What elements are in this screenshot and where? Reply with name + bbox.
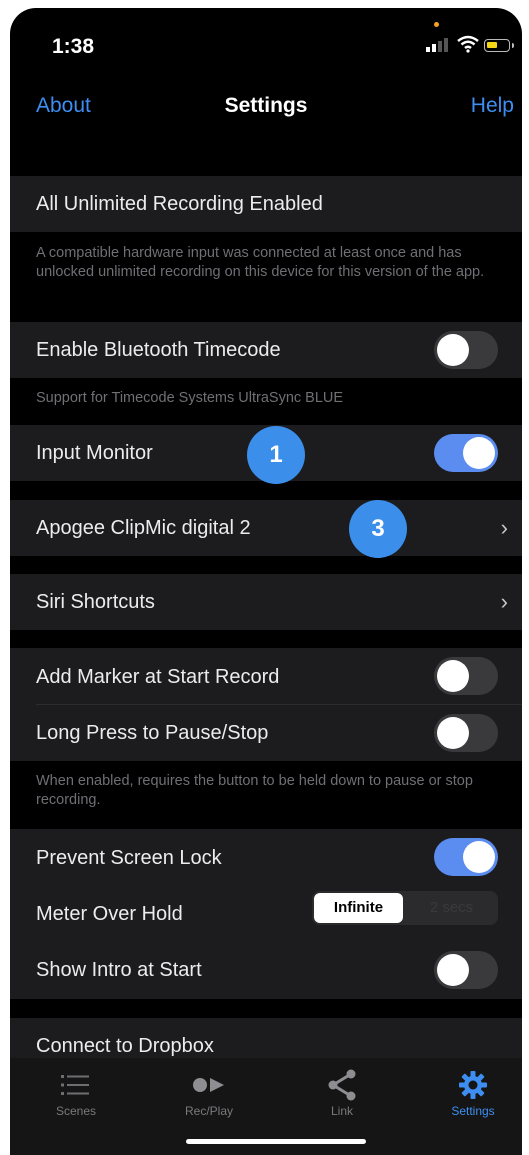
annotation-badge-3: 3 [349,500,407,558]
annotation-badge-1: 1 [247,426,305,484]
home-indicator [186,1139,366,1144]
gear-icon [459,1071,487,1099]
input-monitor-toggle[interactable] [434,434,498,472]
tab-scenes-label: Scenes [55,1104,97,1118]
chevron-right-icon: › [500,515,508,540]
tab-scenes[interactable]: Scenes [21,1068,131,1118]
tab-rec-play[interactable]: Rec/Play [154,1068,264,1118]
chevron-right-icon: › [500,589,508,614]
audio-device-label: Apogee ClipMic digital 2 [36,517,251,539]
add-marker-toggle[interactable] [434,657,498,695]
bluetooth-timecode-label: Enable Bluetooth Timecode [36,339,281,361]
navigation-bar: About Settings Help [10,80,522,132]
connect-dropbox-label: Connect to Dropbox [36,1035,214,1057]
tab-settings-label: Settings [451,1104,495,1118]
prevent-screen-lock-toggle[interactable] [434,838,498,876]
bluetooth-timecode-footer: Support for Timecode Systems UltraSync B… [36,390,344,406]
page-title: Settings [224,94,308,117]
bluetooth-timecode-row[interactable]: Enable Bluetooth Timecode [10,322,522,378]
list-icon [61,1075,89,1095]
wifi-icon [457,35,479,53]
tab-settings[interactable]: Settings [418,1068,522,1118]
marker-settings-group: Add Marker at Start Record Long Press to… [10,648,522,761]
siri-shortcuts-row[interactable]: Siri Shortcuts › [10,574,522,630]
status-time: 1:38 [52,35,95,58]
unlimited-recording-label: All Unlimited Recording Enabled [36,193,323,215]
long-press-footer: When enabled, requires the button to be … [36,773,473,808]
show-intro-toggle[interactable] [434,951,498,989]
phone-screen: 1:38 About Settings Help All Unlimited R… [10,8,522,1155]
long-press-toggle[interactable] [434,714,498,752]
siri-shortcuts-label: Siri Shortcuts [36,591,155,613]
unlimited-recording-footer: A compatible hardware input was connecte… [36,245,485,280]
meter-over-hold-segmented-control[interactable]: Infinite 2 secs [312,891,498,925]
record-play-icon [193,1078,224,1092]
input-monitor-label: Input Monitor [36,442,153,464]
show-intro-label: Show Intro at Start [36,959,202,981]
audio-device-row[interactable]: Apogee ClipMic digital 2 › [10,500,522,556]
meter-option-infinite[interactable]: Infinite [314,893,403,923]
long-press-label: Long Press to Pause/Stop [36,722,269,744]
tab-rec-play-label: Rec/Play [184,1104,234,1118]
display-settings-group: Prevent Screen Lock Meter Over Hold Infi… [10,829,522,999]
tab-link-label: Link [330,1104,353,1118]
prevent-screen-lock-label: Prevent Screen Lock [36,847,222,869]
meter-option-2-secs[interactable]: 2 secs [407,893,496,923]
battery-icon [484,39,514,52]
add-marker-label: Add Marker at Start Record [36,666,280,688]
help-button[interactable]: Help [471,94,514,118]
cellular-signal-icon [426,38,448,52]
row-divider [36,704,522,705]
meter-over-hold-row: Meter Over Hold Infinite 2 secs [10,885,522,941]
share-icon [328,1069,356,1101]
meter-over-hold-label: Meter Over Hold [36,903,183,925]
bluetooth-timecode-toggle[interactable] [434,331,498,369]
status-bar: 1:38 [10,8,522,80]
unlimited-recording-row: All Unlimited Recording Enabled [10,176,522,232]
tab-link[interactable]: Link [287,1068,397,1118]
privacy-indicator-icon [434,22,439,27]
